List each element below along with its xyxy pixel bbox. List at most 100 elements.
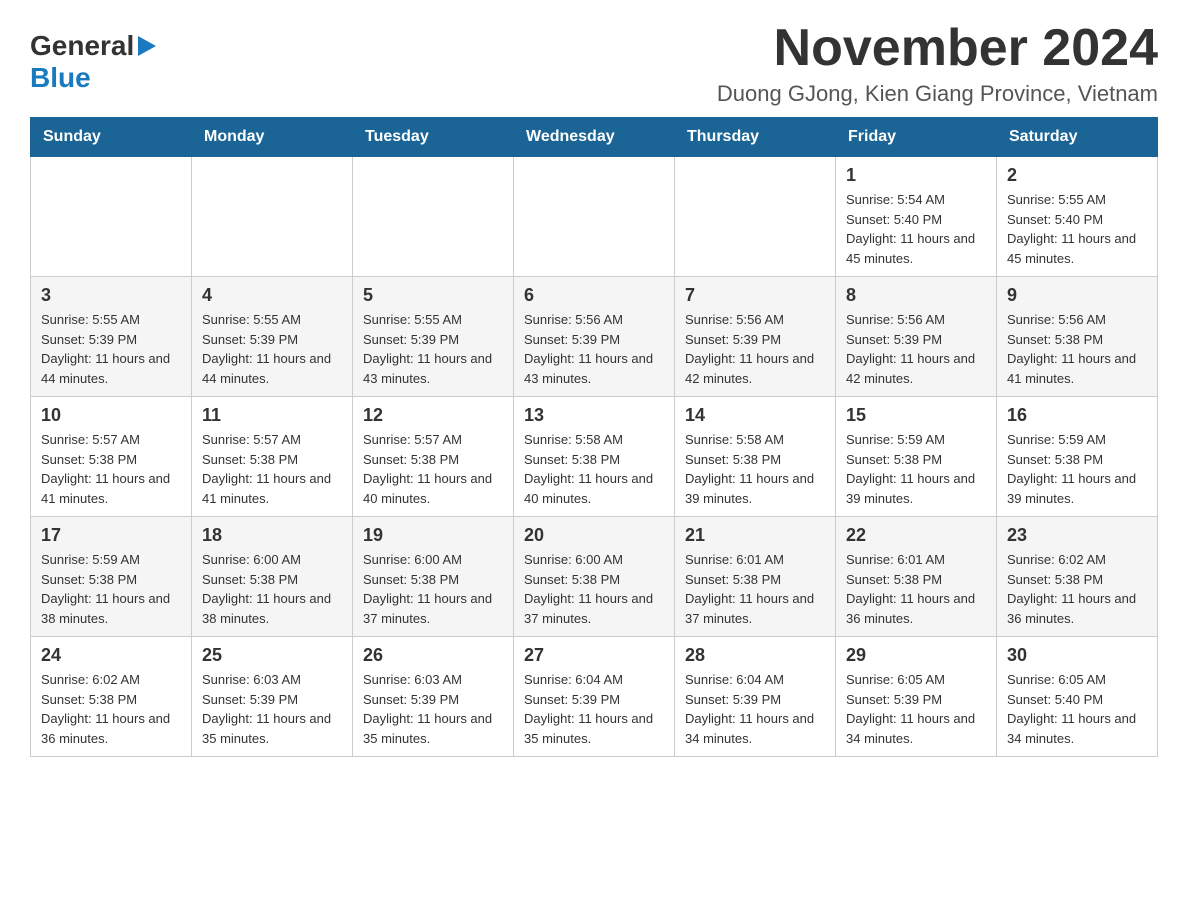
calendar-cell — [514, 157, 675, 277]
weekday-header-wednesday: Wednesday — [514, 118, 675, 157]
day-number: 8 — [846, 285, 986, 306]
day-info: Sunrise: 6:04 AMSunset: 5:39 PMDaylight:… — [685, 670, 825, 748]
calendar-cell: 22Sunrise: 6:01 AMSunset: 5:38 PMDayligh… — [836, 517, 997, 637]
day-info: Sunrise: 6:03 AMSunset: 5:39 PMDaylight:… — [363, 670, 503, 748]
day-info: Sunrise: 6:00 AMSunset: 5:38 PMDaylight:… — [363, 550, 503, 628]
day-number: 20 — [524, 525, 664, 546]
day-info: Sunrise: 5:57 AMSunset: 5:38 PMDaylight:… — [202, 430, 342, 508]
calendar-cell: 21Sunrise: 6:01 AMSunset: 5:38 PMDayligh… — [675, 517, 836, 637]
calendar-week-row: 1Sunrise: 5:54 AMSunset: 5:40 PMDaylight… — [31, 157, 1158, 277]
day-number: 4 — [202, 285, 342, 306]
day-number: 11 — [202, 405, 342, 426]
day-info: Sunrise: 6:02 AMSunset: 5:38 PMDaylight:… — [1007, 550, 1147, 628]
day-number: 2 — [1007, 165, 1147, 186]
day-number: 6 — [524, 285, 664, 306]
day-number: 23 — [1007, 525, 1147, 546]
calendar-cell: 23 Sunrise: 6:02 AMSunset: 5:38 PMDayligh… — [997, 517, 1158, 637]
day-number: 14 — [685, 405, 825, 426]
weekday-header-sunday: Sunday — [31, 118, 192, 157]
day-info: Sunrise: 6:05 AMSunset: 5:40 PMDaylight:… — [1007, 670, 1147, 748]
day-info: Sunrise: 5:56 AMSunset: 5:38 PMDaylight:… — [1007, 310, 1147, 388]
day-info: Sunrise: 5:59 AMSunset: 5:38 PMDaylight:… — [41, 550, 181, 628]
calendar-week-row: 3 Sunrise: 5:55 AMSunset: 5:39 PMDaylight… — [31, 277, 1158, 397]
day-info: Sunrise: 5:56 AMSunset: 5:39 PMDaylight:… — [846, 310, 986, 388]
day-number: 27 — [524, 645, 664, 666]
calendar-cell: 29 Sunrise: 6:05 AMSunset: 5:39 PMDayligh… — [836, 637, 997, 757]
day-info: Sunrise: 5:58 AMSunset: 5:38 PMDaylight:… — [524, 430, 664, 508]
calendar-table: SundayMondayTuesdayWednesdayThursdayFrid… — [30, 117, 1158, 757]
day-number: 3 — [41, 285, 181, 306]
calendar-cell: 5Sunrise: 5:55 AMSunset: 5:39 PMDaylight… — [353, 277, 514, 397]
day-number: 17 — [41, 525, 181, 546]
day-number: 25 — [202, 645, 342, 666]
calendar-cell: 30 Sunrise: 6:05 AMSunset: 5:40 PMDayligh… — [997, 637, 1158, 757]
calendar-cell: 20 Sunrise: 6:00 AMSunset: 5:38 PMDayligh… — [514, 517, 675, 637]
day-info: Sunrise: 5:55 AMSunset: 5:39 PMDaylight:… — [363, 310, 503, 388]
calendar-week-row: 17 Sunrise: 5:59 AMSunset: 5:38 PMDayligh… — [31, 517, 1158, 637]
calendar-cell: 25 Sunrise: 6:03 AMSunset: 5:39 PMDayligh… — [192, 637, 353, 757]
month-title: November 2024 — [717, 20, 1158, 77]
day-info: Sunrise: 6:04 AMSunset: 5:39 PMDaylight:… — [524, 670, 664, 748]
day-info: Sunrise: 5:54 AMSunset: 5:40 PMDaylight:… — [846, 190, 986, 268]
location-title: Duong GJong, Kien Giang Province, Vietna… — [717, 81, 1158, 107]
day-number: 29 — [846, 645, 986, 666]
calendar-cell — [675, 157, 836, 277]
day-info: Sunrise: 6:03 AMSunset: 5:39 PMDaylight:… — [202, 670, 342, 748]
weekday-header-thursday: Thursday — [675, 118, 836, 157]
weekday-header-monday: Monday — [192, 118, 353, 157]
day-info: Sunrise: 6:05 AMSunset: 5:39 PMDaylight:… — [846, 670, 986, 748]
day-info: Sunrise: 5:57 AMSunset: 5:38 PMDaylight:… — [363, 430, 503, 508]
day-info: Sunrise: 5:57 AMSunset: 5:38 PMDaylight:… — [41, 430, 181, 508]
logo-general-text: General — [30, 30, 134, 62]
calendar-cell: 14Sunrise: 5:58 AMSunset: 5:38 PMDayligh… — [675, 397, 836, 517]
day-number: 13 — [524, 405, 664, 426]
calendar-cell: 27 Sunrise: 6:04 AMSunset: 5:39 PMDayligh… — [514, 637, 675, 757]
header: General Blue November 2024 Duong GJong, … — [30, 20, 1158, 107]
logo-arrow-icon — [138, 36, 156, 61]
calendar-cell: 15Sunrise: 5:59 AMSunset: 5:38 PMDayligh… — [836, 397, 997, 517]
day-number: 7 — [685, 285, 825, 306]
day-number: 10 — [41, 405, 181, 426]
day-number: 30 — [1007, 645, 1147, 666]
calendar-cell: 4Sunrise: 5:55 AMSunset: 5:39 PMDaylight… — [192, 277, 353, 397]
calendar-week-row: 24 Sunrise: 6:02 AMSunset: 5:38 PMDayligh… — [31, 637, 1158, 757]
day-info: Sunrise: 6:02 AMSunset: 5:38 PMDaylight:… — [41, 670, 181, 748]
weekday-header-tuesday: Tuesday — [353, 118, 514, 157]
day-info: Sunrise: 6:00 AMSunset: 5:38 PMDaylight:… — [524, 550, 664, 628]
day-info: Sunrise: 5:56 AMSunset: 5:39 PMDaylight:… — [524, 310, 664, 388]
day-info: Sunrise: 6:00 AMSunset: 5:38 PMDaylight:… — [202, 550, 342, 628]
day-number: 9 — [1007, 285, 1147, 306]
day-number: 28 — [685, 645, 825, 666]
calendar-cell — [31, 157, 192, 277]
calendar-cell: 13 Sunrise: 5:58 AMSunset: 5:38 PMDayligh… — [514, 397, 675, 517]
calendar-cell: 11 Sunrise: 5:57 AMSunset: 5:38 PMDayligh… — [192, 397, 353, 517]
calendar-cell — [353, 157, 514, 277]
calendar-cell: 9 Sunrise: 5:56 AMSunset: 5:38 PMDaylight… — [997, 277, 1158, 397]
day-info: Sunrise: 5:55 AMSunset: 5:40 PMDaylight:… — [1007, 190, 1147, 268]
calendar-cell: 8 Sunrise: 5:56 AMSunset: 5:39 PMDaylight… — [836, 277, 997, 397]
day-info: Sunrise: 5:59 AMSunset: 5:38 PMDaylight:… — [1007, 430, 1147, 508]
calendar-cell: 1Sunrise: 5:54 AMSunset: 5:40 PMDaylight… — [836, 157, 997, 277]
day-number: 26 — [363, 645, 503, 666]
calendar-cell: 16Sunrise: 5:59 AMSunset: 5:38 PMDayligh… — [997, 397, 1158, 517]
calendar-cell: 19Sunrise: 6:00 AMSunset: 5:38 PMDayligh… — [353, 517, 514, 637]
day-number: 21 — [685, 525, 825, 546]
calendar-cell: 6 Sunrise: 5:56 AMSunset: 5:39 PMDaylight… — [514, 277, 675, 397]
calendar-cell: 10 Sunrise: 5:57 AMSunset: 5:38 PMDayligh… — [31, 397, 192, 517]
calendar-cell: 3Sunrise: 5:55 AMSunset: 5:39 PMDaylight… — [31, 277, 192, 397]
calendar-cell: 18Sunrise: 6:00 AMSunset: 5:38 PMDayligh… — [192, 517, 353, 637]
day-number: 15 — [846, 405, 986, 426]
weekday-header-saturday: Saturday — [997, 118, 1158, 157]
calendar-week-row: 10 Sunrise: 5:57 AMSunset: 5:38 PMDayligh… — [31, 397, 1158, 517]
calendar-cell: 26 Sunrise: 6:03 AMSunset: 5:39 PMDayligh… — [353, 637, 514, 757]
day-number: 24 — [41, 645, 181, 666]
calendar-cell: 7 Sunrise: 5:56 AMSunset: 5:39 PMDaylight… — [675, 277, 836, 397]
calendar-cell: 2 Sunrise: 5:55 AMSunset: 5:40 PMDaylight… — [997, 157, 1158, 277]
title-section: November 2024 Duong GJong, Kien Giang Pr… — [717, 20, 1158, 107]
weekday-header-row: SundayMondayTuesdayWednesdayThursdayFrid… — [31, 118, 1158, 157]
calendar-cell: 17 Sunrise: 5:59 AMSunset: 5:38 PMDayligh… — [31, 517, 192, 637]
day-info: Sunrise: 5:56 AMSunset: 5:39 PMDaylight:… — [685, 310, 825, 388]
logo: General Blue — [30, 30, 156, 94]
calendar-cell: 28 Sunrise: 6:04 AMSunset: 5:39 PMDayligh… — [675, 637, 836, 757]
calendar-cell: 24 Sunrise: 6:02 AMSunset: 5:38 PMDayligh… — [31, 637, 192, 757]
